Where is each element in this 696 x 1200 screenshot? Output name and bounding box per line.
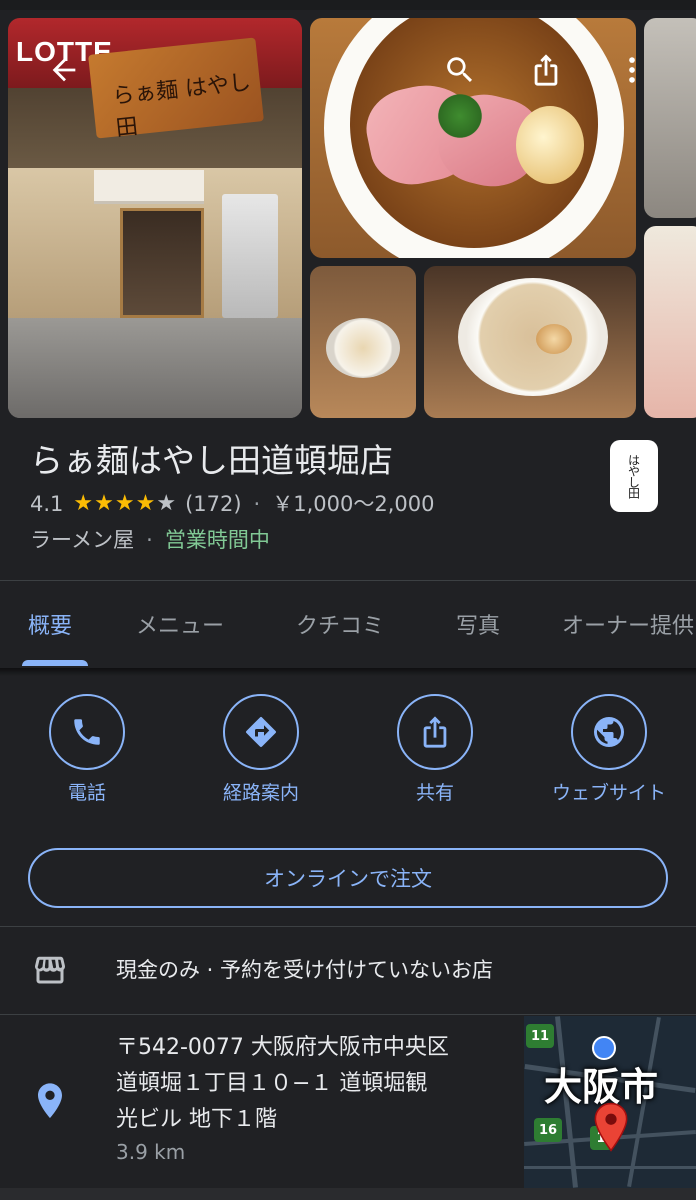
action-buttons: 電話 経路案内 共有 ウェブサイト: [0, 694, 696, 814]
phone-icon: [74, 719, 100, 745]
address-line: 光ビル 地下１階: [116, 1107, 277, 1132]
place-marker-icon: [592, 1102, 630, 1156]
directions-label: 経路案内: [222, 782, 299, 804]
shop-signboard: らぁ麺 はやし田: [88, 37, 264, 141]
rating-stars: ★★★★★: [73, 490, 177, 518]
share-icon: [534, 54, 558, 86]
share-label: 共有: [415, 782, 454, 804]
address-line: 道頓堀１丁目１０−１ 道頓堀観: [116, 1071, 428, 1096]
shop-logo: はやし田: [610, 440, 658, 512]
directions-circle: [223, 694, 299, 770]
ramen-photo-medium[interactable]: [424, 266, 636, 418]
call-button[interactable]: 電話: [12, 694, 162, 805]
star-filled-icon: ★: [135, 491, 157, 516]
website-circle: [571, 694, 647, 770]
category-line: ラーメン屋 · 営業時間中: [30, 526, 270, 554]
tab-overview[interactable]: 概要: [28, 608, 72, 640]
rating-line[interactable]: 4.1 ★★★★★ (172) · ￥1,000〜2,000: [30, 490, 434, 518]
top-edge: [0, 0, 696, 10]
share-circle: [397, 694, 473, 770]
ramen-egg: [516, 106, 584, 184]
arrow-left-icon: [52, 58, 76, 82]
tab-bar: 概要 メニュー クチコミ 写真 オーナー提供: [0, 582, 696, 668]
call-label: 電話: [67, 782, 106, 804]
divider: [0, 926, 696, 927]
review-count: (172): [185, 492, 242, 516]
route-shield: 11: [526, 1024, 554, 1048]
open-status: 営業時間中: [164, 528, 270, 552]
share-button[interactable]: 共有: [360, 694, 510, 805]
signboard-text: らぁ麺 はやし田: [111, 70, 253, 142]
bottom-edge: [0, 1188, 696, 1200]
search-button[interactable]: [438, 48, 482, 92]
website-button[interactable]: ウェブサイト: [534, 694, 684, 805]
distance: 3.9 km: [116, 1140, 186, 1164]
ramen-photo-small[interactable]: [310, 266, 416, 418]
more-vert-icon: [629, 57, 635, 83]
separator-dot: ·: [253, 492, 261, 516]
star-filled-icon: ★: [73, 491, 95, 516]
category: ラーメン屋: [30, 528, 135, 552]
separator-dot: ·: [146, 528, 153, 552]
service-attributes: 現金のみ · 予約を受け付けていないお店: [116, 958, 494, 982]
globe-icon: [594, 717, 624, 747]
more-options-button[interactable]: [610, 48, 654, 92]
ramen-photo-partial[interactable]: [644, 226, 696, 418]
pin-icon: [34, 1082, 66, 1126]
call-circle: [49, 694, 125, 770]
bowl: [326, 318, 400, 378]
ticket-machine: [222, 194, 278, 318]
website-label: ウェブサイト: [551, 782, 666, 804]
noren-curtain: [94, 170, 204, 204]
storefront-icon: [32, 952, 68, 992]
tab-shadow: [0, 668, 696, 676]
place-title: らぁ麺はやし田道頓堀店: [30, 441, 393, 480]
search-icon: [447, 57, 473, 83]
address-line: 〒542-0077 大阪府大阪市中央区: [116, 1035, 449, 1060]
divider: [0, 1014, 696, 1015]
divider: [0, 580, 696, 581]
directions-button[interactable]: 経路案内: [186, 694, 336, 805]
ramen-egg: [536, 324, 572, 354]
share-icon: [423, 716, 447, 748]
mini-map[interactable]: 11 16 1 大阪市: [524, 1016, 696, 1188]
tab-owner-provided[interactable]: オーナー提供: [562, 608, 694, 640]
back-button[interactable]: [42, 48, 86, 92]
star-filled-icon: ★: [94, 491, 115, 516]
street: [8, 318, 302, 418]
bowl: [458, 278, 608, 396]
shop-door: [120, 208, 204, 318]
map-road: [524, 1166, 696, 1169]
scallion-topping: [432, 94, 488, 138]
tab-photos[interactable]: 写真: [456, 608, 500, 640]
price-range: ￥1,000〜2,000: [272, 492, 435, 516]
route-shield: 16: [534, 1118, 562, 1142]
shop-logo-text: はやし田: [626, 454, 641, 498]
directions-icon: [246, 717, 276, 747]
tab-menu[interactable]: メニュー: [136, 608, 224, 640]
star-filled-icon: ★: [114, 491, 136, 516]
active-tab-indicator: [22, 660, 88, 666]
photo-gallery[interactable]: LOTTE らぁ麺 はやし田: [0, 10, 696, 420]
tab-reviews[interactable]: クチコミ: [296, 608, 384, 640]
rating-value: 4.1: [30, 492, 64, 516]
address-block[interactable]: 〒542-0077 大阪府大阪市中央区 道頓堀１丁目１０−１ 道頓堀観 光ビル …: [116, 1030, 506, 1138]
order-online-button[interactable]: オンラインで注文: [28, 848, 668, 908]
share-top-button[interactable]: [524, 48, 568, 92]
star-empty-icon: ★: [156, 491, 178, 516]
